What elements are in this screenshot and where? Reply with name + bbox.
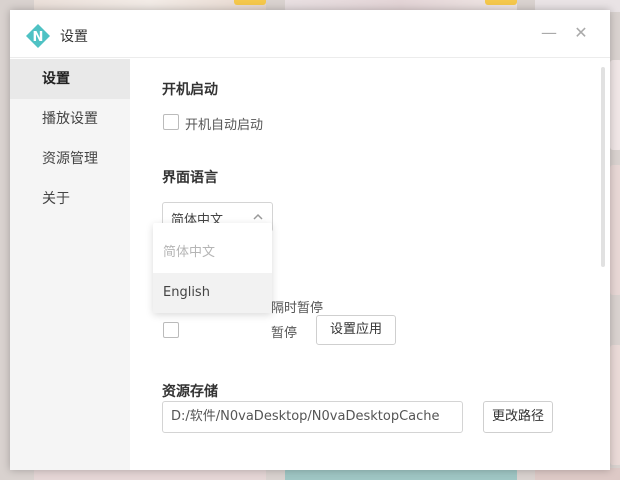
settings-window: N 设置 — ✕ 设置 播放设置 资源管理 关于 开机启动 开机自动启动 界面语… [10, 10, 610, 470]
scrollbar[interactable] [601, 67, 605, 267]
language-option-en[interactable]: English [153, 273, 272, 313]
startup-section-title: 开机启动 [162, 82, 218, 98]
badge [485, 0, 517, 5]
autostart-label: 开机自动启动 [185, 118, 264, 133]
wallpaper-thumbnail [610, 165, 620, 295]
sidebar-item-settings[interactable]: 设置 [10, 59, 130, 99]
minimize-button[interactable]: — [539, 23, 559, 43]
wallpaper-thumbnail [610, 60, 620, 150]
storage-section-title: 资源存储 [162, 384, 218, 400]
wallpaper-thumbnail [610, 345, 620, 465]
chevron-up-icon [253, 213, 263, 220]
change-path-button[interactable]: 更改路径 [483, 401, 553, 433]
sidebar-item-about[interactable]: 关于 [10, 179, 130, 219]
close-button[interactable]: ✕ [571, 23, 591, 43]
storage-path-field[interactable]: D:/软件/N0vaDesktop/N0vaDesktopCache [162, 401, 463, 433]
window-title: 设置 [60, 29, 88, 45]
badge [234, 0, 266, 5]
sidebar: 设置 播放设置 资源管理 关于 [10, 59, 130, 470]
pause-option-label: 隔时暂停 [271, 301, 324, 316]
language-dropdown: 简体中文 English [153, 223, 272, 313]
title-bar: N 设置 — ✕ [10, 10, 610, 58]
sidebar-item-playback[interactable]: 播放设置 [10, 99, 130, 139]
pause-option2-checkbox[interactable] [163, 322, 179, 338]
sidebar-item-resources[interactable]: 资源管理 [10, 139, 130, 179]
language-option-zh[interactable]: 简体中文 [153, 233, 272, 273]
svg-text:N: N [33, 30, 44, 45]
app-logo-icon: N [26, 24, 50, 48]
apply-settings-button[interactable]: 设置应用 [316, 315, 396, 345]
pause-option2-label: 暂停 [271, 326, 298, 341]
language-section-title: 界面语言 [162, 170, 218, 186]
autostart-checkbox[interactable] [163, 114, 179, 130]
